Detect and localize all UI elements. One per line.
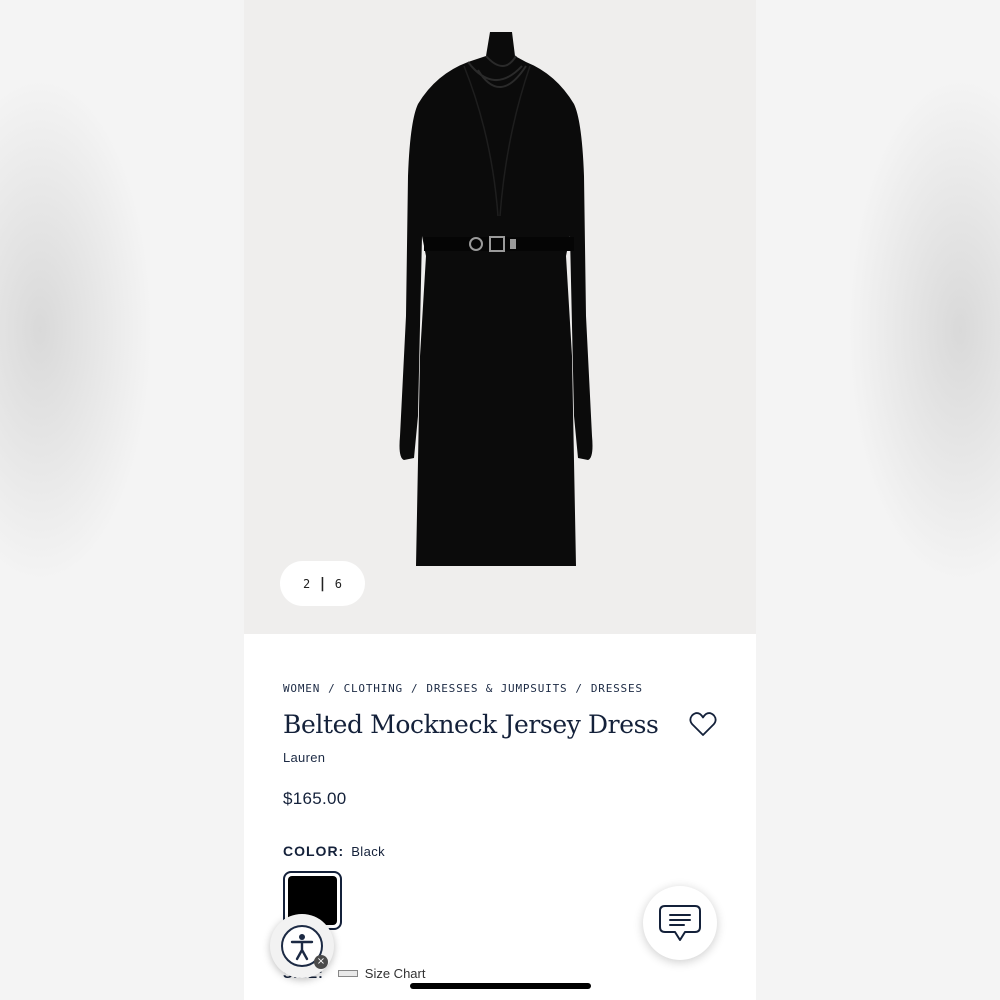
product-image — [399, 32, 593, 566]
breadcrumb-dresses-jumpsuits[interactable]: DRESSES & JUMPSUITS — [426, 682, 567, 695]
favorite-button[interactable] — [688, 710, 718, 738]
product-price: $165.00 — [283, 789, 347, 808]
color-value: Black — [351, 844, 386, 859]
breadcrumb-separator: / — [410, 682, 419, 695]
breadcrumb-dresses[interactable]: DRESSES — [591, 682, 643, 695]
color-label: COLOR: — [283, 843, 345, 859]
image-pager: 2 | 6 — [280, 561, 365, 606]
home-indicator[interactable] — [410, 983, 591, 989]
size-chart-label: Size Chart — [364, 965, 426, 981]
breadcrumb-clothing[interactable]: CLOTHING — [344, 682, 403, 695]
size-chart-link[interactable]: Size Chart — [337, 965, 426, 981]
pager-total: 6 — [334, 576, 342, 591]
breadcrumb-women[interactable]: WOMEN — [283, 682, 320, 695]
breadcrumb-separator: / — [328, 682, 336, 695]
product-page: 2 | 6 WOMEN / CLOTHING / DRESSES & JUMPSUITS… — [244, 0, 756, 1000]
accessibility-icon-wrap: × — [281, 925, 328, 969]
breadcrumb: WOMEN / CLOTHING / DRESSES & JUMPSUITS / DRESS… — [283, 682, 643, 695]
color-selector-label: COLOR: Black — [283, 843, 385, 859]
ruler-icon — [337, 969, 358, 977]
close-icon[interactable]: × — [314, 955, 328, 969]
chat-button[interactable] — [643, 886, 717, 960]
product-brand[interactable]: Lauren — [283, 750, 325, 765]
heart-outline-icon — [689, 712, 717, 736]
accessibility-button[interactable]: × — [270, 914, 334, 978]
breadcrumb-separator: / — [575, 682, 583, 695]
accessibility-person-icon — [290, 934, 314, 961]
product-title: Belted Mockneck Jersey Dress — [283, 710, 659, 739]
chat-bubble-icon — [659, 905, 701, 941]
pager-separator: | — [318, 575, 327, 592]
product-image-gallery[interactable]: 2 | 6 — [244, 0, 756, 634]
pager-current: 2 — [303, 576, 311, 591]
